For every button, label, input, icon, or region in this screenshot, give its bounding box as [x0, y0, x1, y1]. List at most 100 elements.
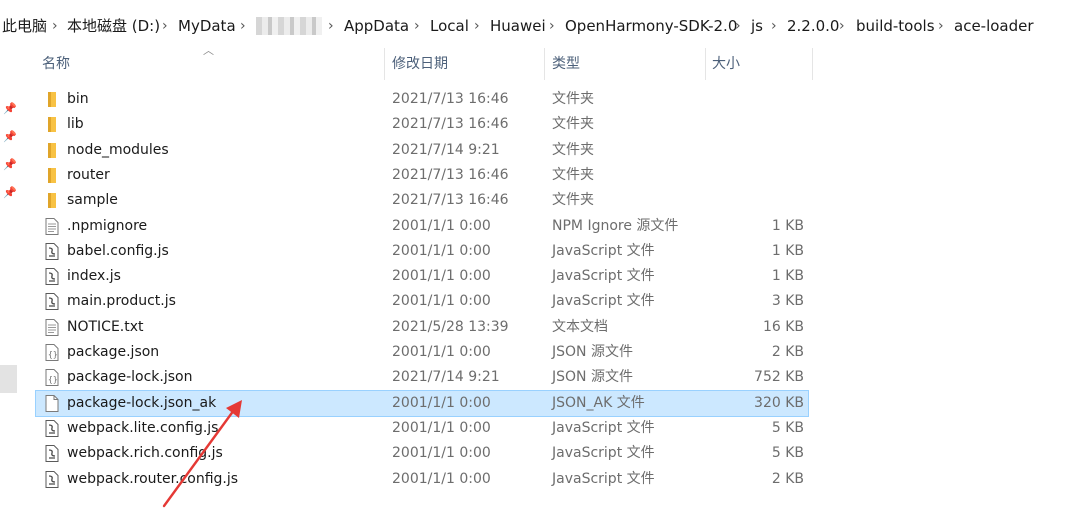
pin-icon[interactable]: 📌 [3, 158, 17, 171]
pin-icon[interactable]: 📌 [3, 102, 17, 115]
file-date: 2001/1/1 0:00 [392, 218, 491, 234]
file-row[interactable]: babel.config.js 2001/1/1 0:00 JavaScript 文… [36, 239, 808, 264]
file-type: JavaScript 文件 [552, 445, 655, 461]
file-row[interactable]: .npmignore 2001/1/1 0:00 NPM Ignore 源文件 1 K… [36, 214, 808, 239]
column-header-name[interactable]: 名称 [42, 48, 70, 80]
pin-icon[interactable]: 📌 [3, 186, 17, 199]
file-name[interactable]: router [67, 163, 110, 188]
breadcrumb-separator[interactable]: › [549, 16, 555, 36]
file-date: 2001/1/1 0:00 [392, 293, 491, 309]
file-name[interactable]: NOTICE.txt [67, 315, 144, 340]
svg-text:{}: {} [48, 350, 58, 359]
column-header-type[interactable]: 类型 [552, 48, 580, 80]
column-header-date[interactable]: 修改日期 [392, 48, 448, 80]
breadcrumb-appdata[interactable]: AppData [344, 16, 409, 36]
breadcrumb-separator[interactable]: › [162, 16, 168, 36]
file-type: 文件夹 [552, 192, 594, 208]
file-date: 2001/1/1 0:00 [392, 243, 491, 259]
file-row[interactable]: router 2021/7/13 16:46 文件夹 [36, 163, 808, 188]
breadcrumb-version[interactable]: 2.2.0.0 [787, 16, 839, 36]
file-name[interactable]: node_modules [67, 138, 169, 163]
breadcrumb-this-pc[interactable]: 此电脑 [2, 16, 47, 36]
breadcrumb-openharmony-sdk[interactable]: OpenHarmony-SDK-2.0 [565, 16, 737, 36]
breadcrumb-build-tools[interactable]: build-tools [856, 16, 935, 36]
breadcrumb-separator[interactable]: › [839, 16, 845, 36]
address-bar[interactable]: 此电脑 › 本地磁盘 (D:) › MyData › › AppData › L… [0, 0, 1080, 52]
file-name[interactable]: package-lock.json [67, 365, 193, 390]
file-name[interactable]: webpack.lite.config.js [67, 416, 218, 441]
file-name[interactable]: webpack.rich.config.js [67, 441, 223, 466]
file-date: 2021/7/13 16:46 [392, 192, 509, 208]
file-row[interactable]: NOTICE.txt 2021/5/28 13:39 文本文档 16 KB [36, 315, 808, 340]
breadcrumb-separator[interactable]: › [735, 16, 741, 36]
pin-icon[interactable]: 📌 [3, 130, 17, 143]
breadcrumb-huawei[interactable]: Huawei [490, 16, 546, 36]
navigation-scroll-indicator[interactable] [0, 365, 17, 393]
file-type: JSON 源文件 [552, 344, 633, 360]
file-name[interactable]: lib [67, 112, 84, 137]
breadcrumb-local[interactable]: Local [430, 16, 469, 36]
file-name[interactable]: babel.config.js [67, 239, 169, 264]
file-size: 752 KB [754, 369, 804, 385]
file-name[interactable]: index.js [67, 264, 121, 289]
breadcrumb-drive-d[interactable]: 本地磁盘 (D:) [67, 16, 160, 36]
file-row[interactable]: index.js 2001/1/1 0:00 JavaScript 文件 1 KB [36, 264, 808, 289]
file-size: 2 KB [771, 344, 804, 360]
file-name[interactable]: webpack.router.config.js [67, 467, 238, 492]
svg-text:{}: {} [48, 375, 58, 384]
breadcrumb-ace-loader[interactable]: ace-loader [954, 16, 1034, 36]
file-size: 1 KB [771, 218, 804, 234]
file-name[interactable]: bin [67, 87, 89, 112]
file-type: 文件夹 [552, 142, 594, 158]
column-header-size[interactable]: 大小 [712, 48, 740, 80]
file-size: 16 KB [762, 319, 804, 335]
file-size: 320 KB [754, 395, 804, 411]
file-row[interactable]: webpack.router.config.js 2001/1/1 0:00 Jav… [36, 467, 808, 492]
column-divider[interactable] [812, 48, 813, 80]
file-type: JavaScript 文件 [552, 268, 655, 284]
breadcrumb-separator[interactable]: › [240, 16, 246, 36]
file-row-selected[interactable]: package-lock.json_ak 2001/1/1 0:00 JSON_AK… [35, 390, 809, 417]
file-row[interactable]: sample 2021/7/13 16:46 文件夹 [36, 188, 808, 213]
file-row[interactable]: {} package-lock.json 2021/7/14 9:21 JSON 源文… [36, 365, 808, 390]
file-name[interactable]: package.json [67, 340, 159, 365]
column-divider[interactable] [705, 48, 706, 80]
file-type: JavaScript 文件 [552, 471, 655, 487]
file-row[interactable]: node_modules 2021/7/14 9:21 文件夹 [36, 138, 808, 163]
breadcrumb-separator[interactable]: › [938, 16, 944, 36]
file-size: 5 KB [771, 420, 804, 436]
breadcrumb-separator[interactable]: › [771, 16, 777, 36]
file-row[interactable]: bin 2021/7/13 16:46 文件夹 [36, 87, 808, 112]
file-size: 2 KB [771, 471, 804, 487]
file-row[interactable]: {} package.json 2001/1/1 0:00 JSON 源文件 2 KB [36, 340, 808, 365]
file-date: 2001/1/1 0:00 [392, 344, 491, 360]
file-date: 2001/1/1 0:00 [392, 268, 491, 284]
file-type: JavaScript 文件 [552, 243, 655, 259]
file-name[interactable]: .npmignore [67, 214, 147, 239]
file-date: 2001/1/1 0:00 [392, 471, 491, 487]
file-date: 2021/7/14 9:21 [392, 369, 500, 385]
file-row[interactable]: main.product.js 2001/1/1 0:00 JavaScript 文… [36, 289, 808, 314]
file-date: 2021/7/13 16:46 [392, 116, 509, 132]
breadcrumb-mydata[interactable]: MyData [178, 16, 236, 36]
file-name[interactable]: sample [67, 188, 118, 213]
column-divider[interactable] [544, 48, 545, 80]
breadcrumb-separator[interactable]: › [474, 16, 480, 36]
file-size: 1 KB [771, 268, 804, 284]
breadcrumb-separator[interactable]: › [414, 16, 420, 36]
file-row[interactable]: lib 2021/7/13 16:46 文件夹 [36, 112, 808, 137]
file-type: 文件夹 [552, 91, 594, 107]
file-row[interactable]: webpack.rich.config.js 2001/1/1 0:00 JavaS… [36, 441, 808, 466]
file-type: JavaScript 文件 [552, 293, 655, 309]
breadcrumb-separator[interactable]: › [328, 16, 334, 36]
column-divider[interactable] [384, 48, 385, 80]
file-date: 2001/1/1 0:00 [392, 445, 491, 461]
navigation-pane[interactable]: 📌 📌 📌 📌 [0, 52, 20, 531]
file-name[interactable]: package-lock.json_ak [67, 391, 216, 416]
file-type: JSON 源文件 [552, 369, 633, 385]
file-row[interactable]: webpack.lite.config.js 2001/1/1 0:00 JavaS… [36, 416, 808, 441]
file-name[interactable]: main.product.js [67, 289, 176, 314]
breadcrumb-js[interactable]: js [751, 16, 763, 36]
file-date: 2001/1/1 0:00 [392, 420, 491, 436]
breadcrumb-separator[interactable]: › [52, 16, 58, 36]
